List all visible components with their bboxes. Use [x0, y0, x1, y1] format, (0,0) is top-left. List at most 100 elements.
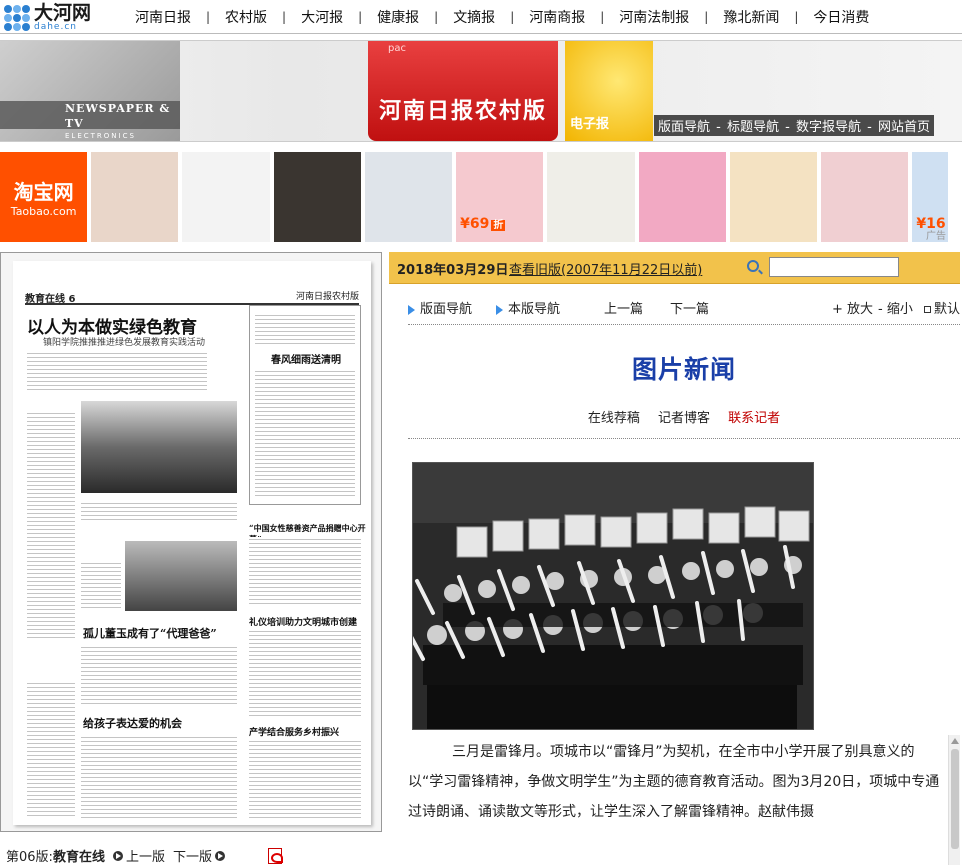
contact-reporter-link[interactable]: 联系记者: [728, 411, 780, 426]
news-photo[interactable]: [412, 462, 814, 730]
banner-title: 河南日报农村版: [378, 98, 547, 124]
page-name: 教育在线: [52, 850, 105, 865]
paper-headline-child[interactable]: 给孩子表达爱的机会: [83, 715, 182, 731]
nav-digest[interactable]: 文摘报: [438, 7, 510, 27]
banner-title-block: pac 河南日报农村版: [368, 41, 558, 141]
date-bar: 2018年03月29日 查看旧版(2007年11月22日以前): [389, 252, 960, 284]
issue-date: 2018年03月29日: [397, 263, 509, 278]
arrow-right-icon: [408, 304, 415, 315]
header-banner: NEWSPAPER & TV ELECTRONICS VERSION pac 河…: [0, 40, 962, 142]
text-block: [255, 313, 355, 347]
taobao-product[interactable]: [364, 152, 453, 242]
page-footer: 第06版: 教育在线 上一版 下一版: [6, 846, 283, 865]
text-block: [249, 629, 361, 719]
banner-nav-links: 版面导航 - 标题导航 - 数字报导航 - 网站首页: [654, 115, 934, 136]
nav-today-consumer[interactable]: 今日消费: [798, 7, 884, 27]
next-article-link[interactable]: 下一篇: [670, 298, 709, 317]
text-block: [81, 501, 237, 521]
taobao-product[interactable]: [182, 152, 270, 242]
taobao-ad-strip: 淘宝网 Taobao.com ¥69 折 ¥16 广告: [0, 152, 949, 242]
taobao-product[interactable]: [821, 152, 909, 242]
article-body: 三月是雷锋月。项城市以“雷锋月”为契机，在全市中小学开展了别具意义的以“学习雷锋…: [408, 744, 940, 820]
prev-page-icon: [112, 850, 123, 861]
next-page-icon: [214, 850, 225, 861]
epaper-label: 电子报: [570, 117, 610, 132]
paper-headline-dad[interactable]: 孤儿董玉成有了“代理爸爸”: [83, 625, 217, 641]
search-input[interactable]: [769, 257, 899, 277]
newspaper-tv-label: NEWSPAPER & TV ELECTRONICS VERSION: [0, 101, 180, 140]
taobao-product[interactable]: [91, 152, 179, 242]
taobao-product[interactable]: [638, 152, 726, 242]
paper-photo: [125, 541, 237, 611]
text-block: [249, 537, 361, 607]
search-icon[interactable]: [747, 260, 759, 272]
prev-article-link[interactable]: 上一篇: [604, 298, 643, 317]
newspaper-page-image[interactable]: 教育在线 6 河南日报农村版 以人为本做实绿色教育 镇阳学院推推推进绿色发展教育…: [13, 261, 371, 825]
reporter-links: 在线荐稿 记者博客 联系记者: [408, 407, 960, 426]
old-version-link[interactable]: 查看旧版(2007年11月22日以前): [509, 259, 702, 278]
dahe-logo[interactable]: 大河网 dahe.cn: [4, 4, 91, 32]
taobao-logo[interactable]: 淘宝网 Taobao.com: [0, 152, 88, 242]
product-price: ¥69 折: [460, 216, 506, 232]
section-title: 图片新闻: [631, 355, 736, 384]
taobao-product[interactable]: ¥16 广告: [912, 152, 949, 242]
next-page-link[interactable]: 下一版: [173, 846, 212, 865]
pac-brand: pac: [388, 43, 406, 54]
link-title-nav[interactable]: 标题导航: [727, 120, 779, 135]
nav-henan-daily[interactable]: 河南日报: [120, 7, 206, 27]
top-navigation-bar: 大河网 dahe.cn 河南日报 | 农村版 | 大河报 | 健康报 | 文摘报 | 河南…: [0, 0, 962, 34]
zoom-in-button[interactable]: + 放大: [832, 298, 873, 317]
text-block: [27, 411, 75, 641]
article-navigation: 版面导航 本版导航 上一篇 下一篇 + 放大 - 缩小 默认: [408, 296, 960, 318]
taobao-product[interactable]: ¥69 折: [456, 152, 544, 242]
logo-title: 大河网: [34, 2, 92, 24]
logo-dots-icon: [4, 5, 30, 31]
nav-legal-news[interactable]: 河南法制报: [604, 7, 704, 27]
default-size-button[interactable]: 默认: [924, 298, 960, 317]
link-site-home[interactable]: 网站首页: [878, 120, 930, 135]
divider: [408, 438, 960, 439]
paper-headline-civic[interactable]: 礼仪培训助力文明城市创建: [249, 615, 357, 628]
text-block: [249, 739, 361, 819]
text-block: [81, 561, 121, 611]
nav-business-news[interactable]: 河南商报: [514, 7, 600, 27]
scroll-thumb[interactable]: [951, 749, 959, 849]
nav-yubei-news[interactable]: 豫北新闻: [708, 7, 794, 27]
article-scrollbar[interactable]: [948, 735, 960, 865]
top-nav-links: 河南日报 | 农村版 | 大河报 | 健康报 | 文摘报 | 河南商报 | 河南法制报 | 豫…: [120, 0, 884, 34]
logo-domain: dahe.cn: [34, 22, 77, 32]
paper-headline-industry[interactable]: 产学结合服务乡村振兴: [249, 725, 339, 738]
page-number-label: 第06版:: [6, 850, 53, 865]
zoom-out-button[interactable]: - 缩小: [878, 298, 913, 317]
masthead: 河南日报农村版: [295, 292, 359, 302]
page-nav-button[interactable]: 本版导航: [496, 298, 560, 317]
nav-health-news[interactable]: 健康报: [362, 7, 434, 27]
link-layout-nav[interactable]: 版面导航: [658, 120, 710, 135]
submit-article-link[interactable]: 在线荐稿: [588, 411, 640, 426]
taobao-product[interactable]: [729, 152, 818, 242]
paper-photo: [81, 401, 237, 493]
ad-label: 广告: [926, 231, 947, 242]
page-header: 教育在线 6 河南日报农村版: [25, 289, 359, 305]
paper-subhead: 镇阳学院推推推进绿色发展教育实践活动: [43, 338, 206, 348]
paper-headline-spring[interactable]: 春风细雨送清明: [271, 351, 341, 366]
nav-rural-edition[interactable]: 农村版: [210, 7, 282, 27]
scroll-up-icon[interactable]: [951, 738, 959, 744]
text-block: [81, 735, 237, 819]
edition-label: 教育在线 6: [25, 294, 76, 305]
prev-page-link[interactable]: 上一版: [126, 846, 165, 865]
square-icon: [924, 306, 931, 313]
text-block: [27, 681, 75, 819]
taobao-product[interactable]: [273, 152, 361, 242]
text-block: [27, 351, 207, 391]
nav-dahe-bao[interactable]: 大河报: [286, 7, 358, 27]
taobao-product[interactable]: [547, 152, 635, 242]
text-block: [81, 645, 237, 705]
divider: [408, 324, 960, 325]
reporter-blog-link[interactable]: 记者博客: [658, 411, 710, 426]
layout-nav-button[interactable]: 版面导航: [408, 298, 472, 317]
students-reciting-photo: [413, 463, 813, 729]
pdf-icon[interactable]: [267, 847, 283, 864]
newspaper-page-panel: 教育在线 6 河南日报农村版 以人为本做实绿色教育 镇阳学院推推推进绿色发展教育…: [0, 252, 382, 832]
link-digital-nav[interactable]: 数字报导航: [796, 120, 861, 135]
